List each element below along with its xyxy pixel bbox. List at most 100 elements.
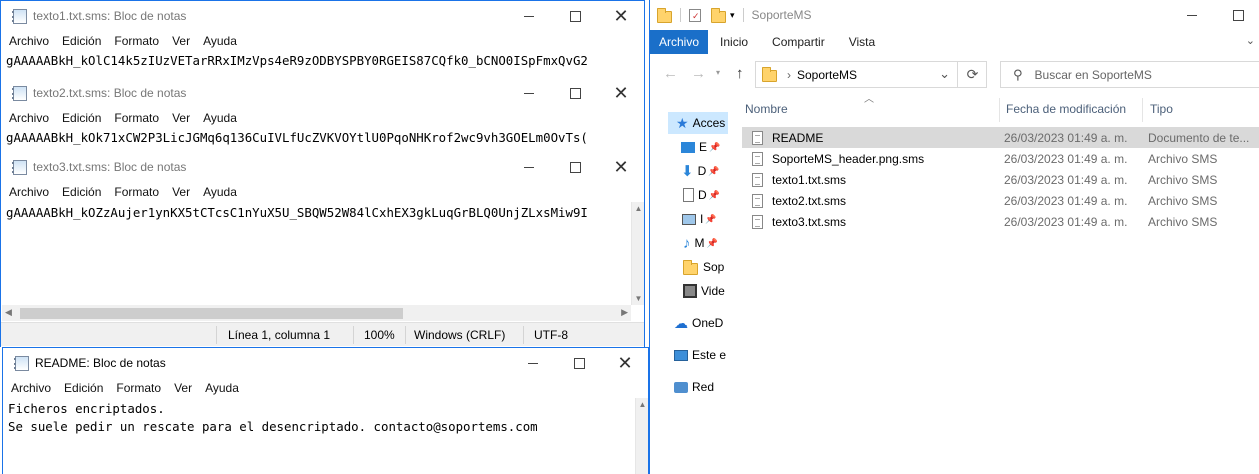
close-button[interactable]: ✕ [598,152,644,182]
menu-archivo[interactable]: Archivo [9,111,49,125]
file-name: texto1.txt.sms [772,172,847,187]
menu-archivo[interactable]: Archivo [11,381,51,395]
menu-formato[interactable]: Formato [114,185,159,199]
vertical-scrollbar[interactable]: ▲ ▼ [631,202,644,305]
nav-item-soportems[interactable]: Sop [650,256,727,278]
address-dropdown-icon[interactable]: ⌄ [939,66,950,82]
nav-item-quick-access[interactable]: ★ Acces [668,112,728,134]
scroll-left-arrow-icon[interactable]: ◀ [5,307,12,318]
column-header-name[interactable]: Nombre [745,98,788,120]
menu-ayuda[interactable]: Ayuda [203,34,237,48]
text-area[interactable]: gAAAAABkH_kOk71xCW2P3LicJGMq6q136CuIVLfU… [6,130,627,145]
column-header-type[interactable]: Tipo [1150,98,1173,120]
minimize-button[interactable] [506,78,552,108]
expand-ribbon-icon[interactable]: ⌄ [1246,34,1255,47]
nav-item-network[interactable]: Red [650,376,727,398]
nav-item-images[interactable]: I 📌 [650,208,727,230]
title-bar[interactable]: texto3.txt.sms: Bloc de notas ✕ [1,152,644,182]
title-bar[interactable]: texto1.txt.sms: Bloc de notas ✕ [1,1,644,31]
title-bar[interactable]: texto2.txt.sms: Bloc de notas ✕ [1,78,644,108]
menu-edicion[interactable]: Edición [62,185,101,199]
maximize-button[interactable] [1215,0,1259,30]
up-arrow-icon[interactable]: ↑ [736,65,744,82]
video-icon [683,284,697,298]
scroll-up-arrow-icon[interactable]: ▲ [634,204,643,213]
close-button[interactable]: ✕ [598,1,644,31]
scroll-right-arrow-icon[interactable]: ▶ [621,307,628,318]
minimize-button[interactable] [506,1,552,31]
menu-ver[interactable]: Ver [172,34,190,48]
tab-compartir[interactable]: Compartir [760,30,837,54]
breadcrumb-chevron-icon: › [787,67,791,82]
properties-icon[interactable]: ✓ [689,8,701,22]
minimize-button[interactable] [1169,0,1215,30]
maximize-button[interactable] [552,152,598,182]
minimize-button[interactable] [510,348,556,378]
menu-ayuda[interactable]: Ayuda [203,111,237,125]
forward-arrow-icon[interactable]: → [691,65,706,82]
nav-item-downloads[interactable]: ⬇ D 📌 [650,160,727,182]
nav-item-desktop[interactable]: E 📌 [650,136,727,158]
new-folder-icon[interactable] [711,7,726,23]
quick-access-dropdown-icon[interactable]: ▾ [730,10,735,21]
menu-edicion[interactable]: Edición [62,111,101,125]
horizontal-scrollbar[interactable]: ◀ ▶ [2,305,631,321]
horizontal-scroll-thumb[interactable] [20,308,403,319]
nav-item-this-pc[interactable]: Este e [650,344,727,366]
status-line-ending: Windows (CRLF) [414,328,506,342]
file-row-texto1[interactable]: texto1.txt.sms 26/03/2023 01:49 a. m. Ar… [742,169,1259,190]
recent-dropdown-icon[interactable]: ▾ [716,68,720,77]
maximize-button[interactable] [552,78,598,108]
nav-label: D [697,164,707,178]
nav-item-documents[interactable]: D 📌 [650,184,727,206]
tab-vista[interactable]: Vista [837,30,887,54]
download-icon: ⬇ [681,163,694,180]
address-bar[interactable]: › SoporteMS ⌄ [755,61,987,88]
text-area[interactable]: gAAAAABkH_kOZzAujer1ynKX5tCTcsC1nYuX5U_S… [6,205,627,220]
title-bar[interactable]: ✓ ▾ SoporteMS [650,0,1259,30]
menu-ver[interactable]: Ver [172,185,190,199]
back-arrow-icon[interactable]: ← [663,65,678,82]
vertical-scrollbar[interactable]: ▲ [635,398,648,474]
menu-ayuda[interactable]: Ayuda [203,185,237,199]
title-bar[interactable]: README: Bloc de notas ✕ [3,348,648,378]
music-icon: ♪ [683,234,691,252]
file-row-header-png[interactable]: SoporteMS_header.png.sms 26/03/2023 01:4… [742,148,1259,169]
desktop-icon [681,141,695,153]
scroll-down-arrow-icon[interactable]: ▼ [634,294,643,303]
file-icon [752,193,763,208]
nav-label: Vide [701,284,725,298]
nav-item-onedrive[interactable]: ☁ OneD [650,312,727,334]
nav-label: Este e [692,348,727,362]
file-row-readme[interactable]: README 26/03/2023 01:49 a. m. Documento … [742,127,1259,148]
menu-ayuda[interactable]: Ayuda [205,381,239,395]
menu-ver[interactable]: Ver [174,381,192,395]
tab-inicio[interactable]: Inicio [708,30,760,54]
file-name: texto2.txt.sms [772,193,847,208]
text-area[interactable]: Ficheros encriptados. Se suele pedir un … [8,400,631,436]
column-header-date[interactable]: Fecha de modificación [1006,98,1126,120]
close-button[interactable]: ✕ [598,78,644,108]
menu-archivo[interactable]: Archivo [9,185,49,199]
nav-item-videos[interactable]: Vide [650,280,727,302]
menu-edicion[interactable]: Edición [62,34,101,48]
text-area[interactable]: gAAAAABkH_kOlC14k5zIUzVETarRRxIMzVps4eR9… [6,53,627,68]
refresh-icon[interactable]: ⟳ [957,61,987,88]
menu-formato[interactable]: Formato [114,34,159,48]
nav-item-music[interactable]: ♪ M 📌 [650,232,727,254]
maximize-button[interactable] [556,348,602,378]
scroll-up-arrow-icon[interactable]: ▲ [638,400,647,409]
menu-formato[interactable]: Formato [116,381,161,395]
close-button[interactable]: ✕ [602,348,648,378]
file-row-texto3[interactable]: texto3.txt.sms 26/03/2023 01:49 a. m. Ar… [742,211,1259,232]
menu-bar: Archivo Edición Formato Ver Ayuda [1,31,644,51]
tab-archivo[interactable]: Archivo [650,30,709,54]
search-input[interactable]: ⚲ Buscar en SoporteMS [1000,61,1259,88]
menu-ver[interactable]: Ver [172,111,190,125]
menu-formato[interactable]: Formato [114,111,159,125]
menu-edicion[interactable]: Edición [64,381,103,395]
maximize-button[interactable] [552,1,598,31]
minimize-button[interactable] [506,152,552,182]
file-row-texto2[interactable]: texto2.txt.sms 26/03/2023 01:49 a. m. Ar… [742,190,1259,211]
menu-archivo[interactable]: Archivo [9,34,49,48]
